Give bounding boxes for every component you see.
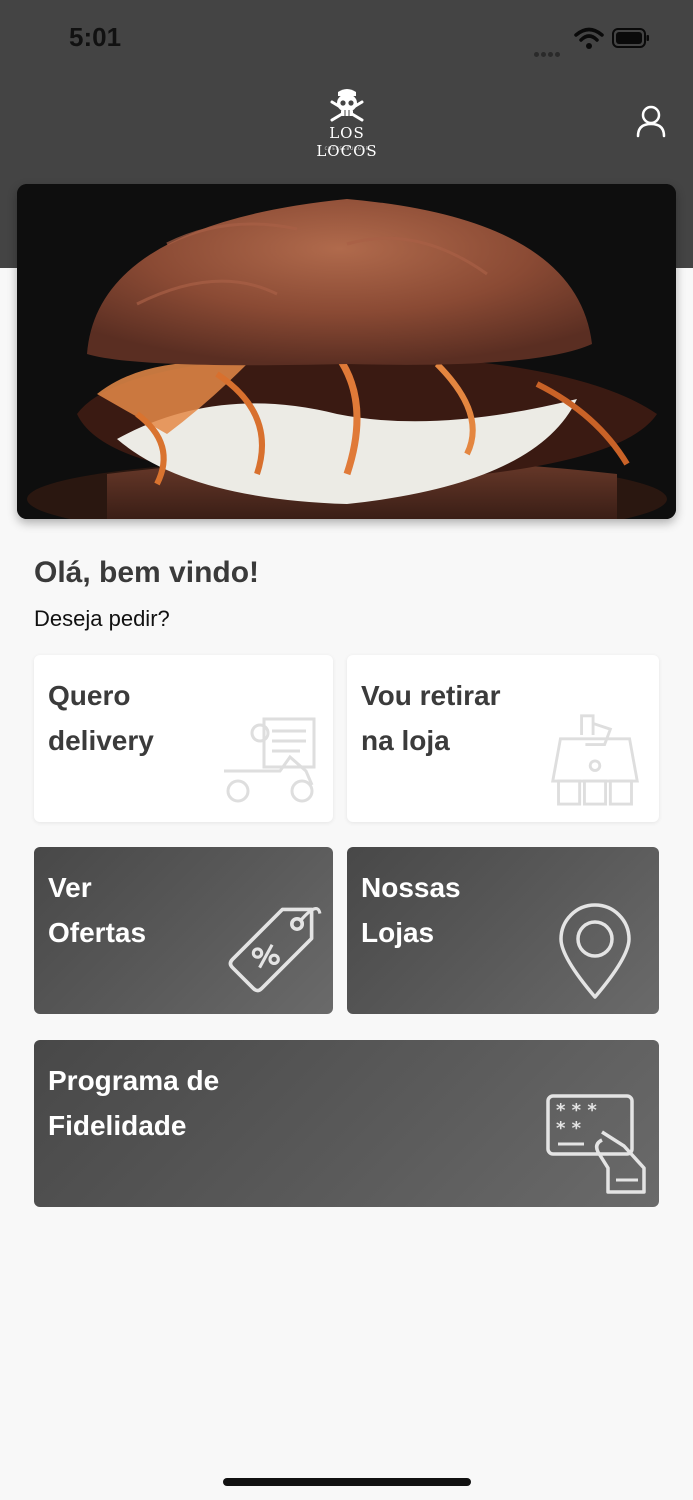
store-pickup-option-label: Vou retirar na loja [361,680,501,756]
delivery-scooter-icon [224,717,316,803]
brand-tagline: CHEESEBURGER [324,146,370,151]
cellular-signal-icon [534,42,568,57]
discount-tag-icon [228,907,322,993]
delivery-option-label: Quero delivery [48,680,154,756]
stores-option-button[interactable]: Nossas Lojas [347,847,659,1014]
store-pickup-icon [551,714,639,806]
status-time: 5:01 [69,22,122,52]
wifi-icon [574,27,604,49]
stores-option-label: Nossas Lojas [361,872,461,948]
welcome-title: Olá, bem vindo! [34,556,260,589]
loyalty-card-icon: * * * * * [546,1094,646,1194]
store-pickup-option-button[interactable]: Vou retirar na loja [347,655,659,822]
brand-logo: LOS LOCOS CHEESEBURGER [310,86,384,160]
loyalty-program-label: Programa de Fidelidade [48,1065,220,1141]
delivery-option-button[interactable]: Quero delivery [34,655,333,822]
brand-name: LOS LOCOS [316,124,378,160]
battery-icon [612,28,649,48]
home-indicator[interactable] [223,1478,471,1486]
map-pin-icon [559,903,631,999]
skull-icon [330,89,364,122]
loyalty-program-button[interactable]: Programa de Fidelidade * * * * * [34,1040,659,1207]
svg-text:* *: * * [556,1118,582,1139]
offers-option-button[interactable]: Ver Ofertas [34,847,333,1014]
welcome-subtitle: Deseja pedir? [34,606,170,631]
hero-burger-image [17,184,676,519]
user-profile-icon[interactable] [634,104,668,138]
